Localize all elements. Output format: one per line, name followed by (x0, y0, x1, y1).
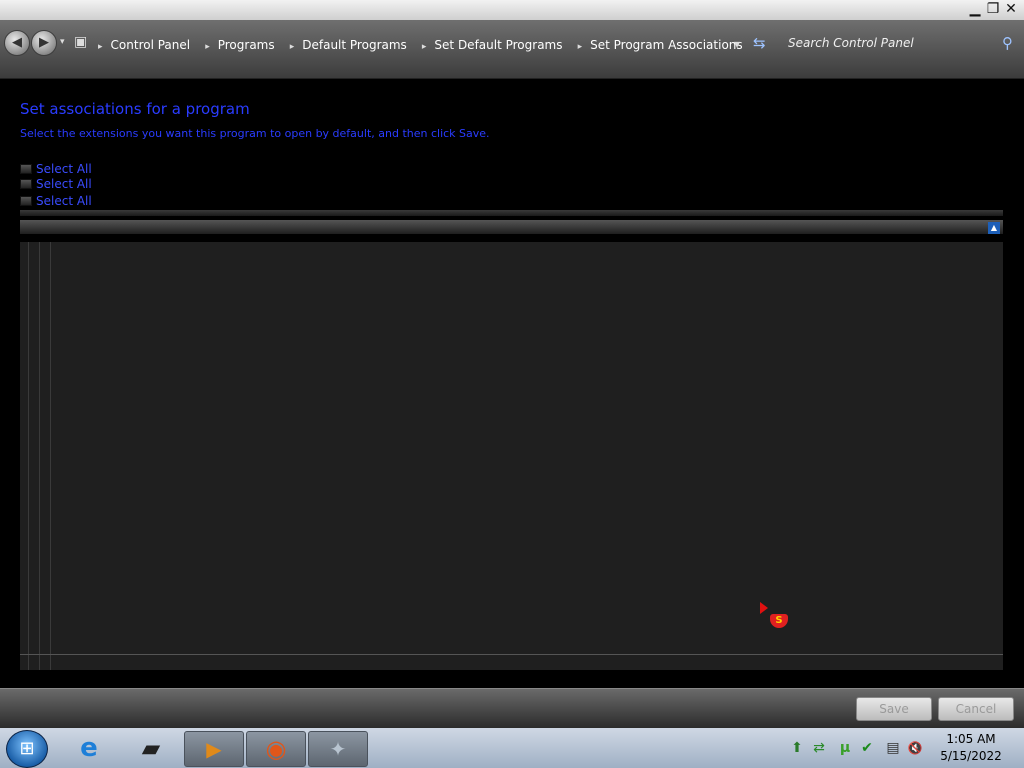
dialog-footer: Save Cancel (0, 688, 1024, 729)
control-panel-icon[interactable]: ▣ (74, 34, 87, 50)
divider (20, 210, 1003, 216)
breadcrumb-programs[interactable]: Programs (218, 38, 275, 52)
mouse-cursor-icon (760, 602, 768, 614)
network-icon[interactable]: ▤ (884, 738, 902, 758)
list-column-header[interactable] (20, 220, 1003, 234)
search-icon[interactable]: ⚲ (1002, 34, 1013, 52)
taskbar: ⊞ e ▰ ▶ ◉ ✦ ⬆ ⇄ µ ✔ ▤ 🔇 1:05 AM 5/15/202… (0, 728, 1024, 768)
address-dropdown-button[interactable]: ▾ (734, 37, 740, 51)
breadcrumb-default-programs[interactable]: Default Programs (302, 38, 407, 52)
column-divider (50, 242, 51, 670)
taskbar-app-monitor[interactable]: ▰ (122, 731, 180, 765)
clock-date: 5/15/2022 (940, 749, 1002, 763)
breadcrumb: ▸ Control Panel ▸ Programs ▸ Default Progra… (98, 34, 753, 52)
taskbar-control-panel[interactable]: ✦ (308, 731, 368, 767)
volume-muted-icon[interactable]: 🔇 (906, 738, 924, 758)
scroll-up-button[interactable]: ▲ (988, 222, 1000, 234)
taskbar-firefox[interactable]: ◉ (246, 731, 306, 767)
column-divider (39, 242, 40, 670)
save-button[interactable]: Save (856, 697, 932, 721)
extensions-list[interactable] (20, 242, 1003, 670)
start-button[interactable]: ⊞ (6, 730, 48, 768)
breadcrumb-set-default-programs[interactable]: Set Default Programs (434, 38, 562, 52)
select-all-row[interactable]: Select All (20, 194, 92, 208)
select-all-label[interactable]: Select All (36, 194, 92, 208)
chevron-right-icon[interactable]: ▸ (578, 42, 583, 52)
divider (20, 654, 1003, 655)
tray-check-icon[interactable]: ✔ (858, 738, 876, 758)
address-bar: ◀ ▶ ▾ ▣ ▸ Control Panel ▸ Programs ▸ Defaul… (0, 20, 1024, 79)
breadcrumb-set-program-associations[interactable]: Set Program Associations (590, 38, 743, 52)
taskbar-internet-explorer[interactable]: e (60, 731, 118, 765)
title-bar: ▁ ❐ ✕ (0, 0, 1024, 20)
internet-explorer-icon: e (80, 733, 98, 763)
monitor-app-icon: ▰ (141, 734, 161, 762)
select-all-checkbox[interactable] (20, 164, 32, 174)
page-title: Set associations for a program (20, 100, 250, 118)
chevron-right-icon[interactable]: ▸ (98, 42, 103, 52)
tray-utorrent-icon[interactable]: µ (836, 738, 854, 758)
select-all-row[interactable]: Select All (20, 162, 92, 176)
media-player-icon: ▶ (206, 737, 222, 761)
restore-button[interactable]: ❐ (983, 1, 1003, 18)
cancel-button[interactable]: Cancel (938, 697, 1014, 721)
chevron-right-icon[interactable]: ▸ (290, 42, 295, 52)
refresh-icon[interactable]: ⇆ (753, 34, 766, 52)
back-button[interactable]: ◀ (4, 30, 30, 56)
forward-button[interactable]: ▶ (31, 30, 57, 56)
chevron-right-icon[interactable]: ▸ (422, 42, 427, 52)
select-all-label[interactable]: Select All (36, 177, 92, 191)
select-all-row[interactable]: Select All (20, 177, 92, 191)
recent-pages-button[interactable]: ▾ (60, 37, 65, 47)
select-all-label[interactable]: Select All (36, 162, 92, 176)
tray-sync-icon[interactable]: ⇄ (810, 738, 828, 758)
breadcrumb-control-panel[interactable]: Control Panel (111, 38, 191, 52)
select-all-checkbox[interactable] (20, 196, 32, 206)
select-all-checkbox[interactable] (20, 179, 32, 189)
column-divider (28, 242, 29, 670)
control-panel-icon: ✦ (329, 737, 347, 761)
close-button[interactable]: ✕ (1001, 1, 1021, 18)
firefox-icon: ◉ (265, 735, 287, 763)
clock[interactable]: 1:05 AM 5/15/2022 (936, 731, 1006, 765)
taskbar-media-player[interactable]: ▶ (184, 731, 244, 767)
search-input[interactable]: Search Control Panel (788, 32, 1023, 54)
minimize-button[interactable]: ▁ (965, 1, 985, 18)
chevron-right-icon[interactable]: ▸ (205, 42, 210, 52)
clock-time: 1:05 AM (946, 732, 996, 746)
search-placeholder: Search Control Panel (788, 36, 914, 50)
tray-update-icon[interactable]: ⬆ (788, 738, 806, 758)
page-description: Select the extensions you want this prog… (20, 127, 490, 140)
